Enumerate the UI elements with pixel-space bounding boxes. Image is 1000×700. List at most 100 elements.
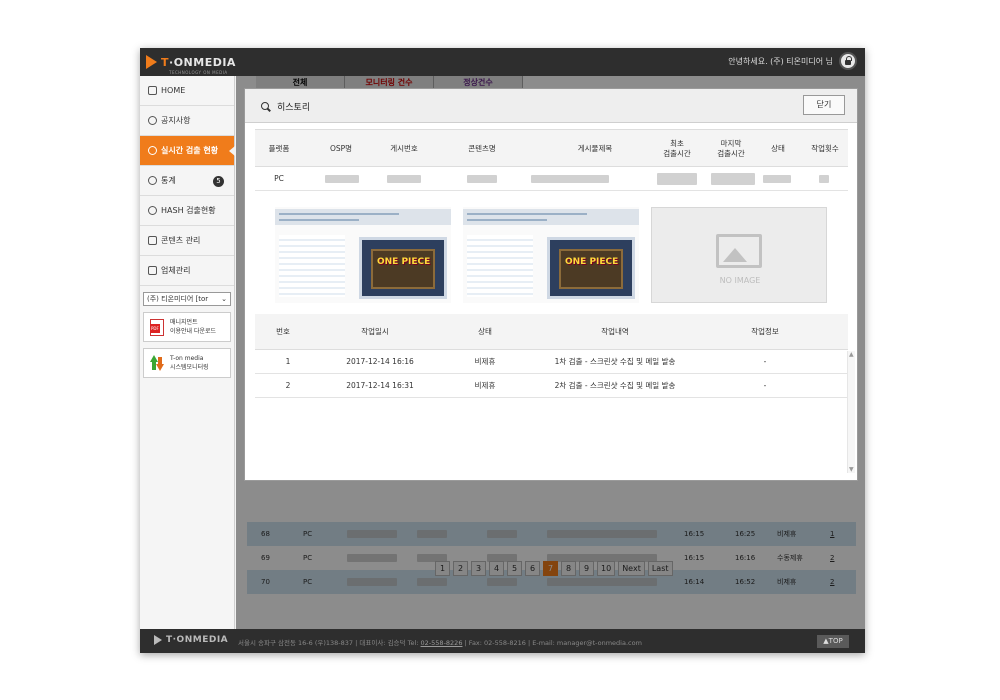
manual-line2: 이용안내 다운로드 <box>170 328 217 335</box>
col-work-detail: 작업내역 <box>601 327 629 336</box>
sidebar-item-home[interactable]: HOME <box>140 76 234 106</box>
sidebar-item-statistics[interactable]: 통계 5 <box>140 166 234 196</box>
edit-icon <box>148 266 157 275</box>
sidebar-item-label: 공지사항 <box>161 116 191 125</box>
col-number: 번호 <box>276 327 290 336</box>
table-row[interactable]: PC <box>255 167 848 191</box>
logout-lock-icon[interactable] <box>839 52 857 70</box>
play-icon <box>148 236 157 245</box>
sidebar-item-label: 통계 <box>161 176 176 185</box>
home-icon <box>148 86 157 95</box>
play-logo-icon <box>146 55 157 69</box>
manual-line1: 매니지먼트 <box>170 319 198 326</box>
footer: T·ONMEDIA 서울시 송파구 삼전동 16-6 (우)138-837 | … <box>140 629 865 653</box>
post-info-table: 플랫폼 OSP명 게시번호 콘텐츠명 게시물제목 최초 검출시간 마지막 검출시… <box>255 129 848 191</box>
sidebar-item-content-management[interactable]: 콘텐츠 관리 <box>140 226 234 256</box>
company-select-value: (주) 티온미디어 [tor <box>147 295 209 303</box>
alert-icon <box>148 146 157 155</box>
cell-platform: PC <box>274 174 284 183</box>
col-work-info: 작업정보 <box>751 327 779 336</box>
modal-header: 히스토리 닫기 <box>245 89 857 123</box>
thumbnail-artwork-icon: ONE PIECE <box>377 257 431 267</box>
footer-brand-prefix: T <box>166 635 173 645</box>
pdf-icon <box>150 318 164 336</box>
sidebar-item-label: 콘텐츠 관리 <box>161 236 201 245</box>
image-placeholder-icon <box>716 234 762 268</box>
cell-work-info: - <box>763 381 767 390</box>
col-post-number: 게시번호 <box>390 144 418 153</box>
user-greeting: 안녕하세요. (주) 티온미디어 님 <box>728 57 833 66</box>
search-icon <box>148 206 157 215</box>
col-datetime: 작업일시 <box>361 327 389 336</box>
manual-download-button[interactable]: 매니지먼트 이용안내 다운로드 <box>143 312 231 342</box>
notification-badge: 5 <box>213 176 224 187</box>
brand-prefix: T <box>161 55 170 69</box>
footer-tel-label: Tel: <box>407 639 419 647</box>
footer-brand-name: ·ONMEDIA <box>172 635 229 645</box>
monitor-line1: T-on media <box>170 355 204 362</box>
screenshot-thumbnail-2[interactable]: ONE PIECE <box>463 207 639 303</box>
col-platform: 플랫폼 <box>268 144 290 153</box>
cell-number: 2 <box>285 381 291 390</box>
play-logo-icon <box>154 635 162 645</box>
sidebar: HOME 공지사항 실시간 검출 현황 통계 5 HASH 검출현황 콘텐츠 관… <box>140 76 235 629</box>
up-down-arrows-icon <box>150 354 164 372</box>
scroll-down-icon[interactable]: ▼ <box>849 466 854 473</box>
col-last-detected: 마지막 검출시간 <box>717 139 745 158</box>
sidebar-item-label: 실시간 검출 현황 <box>161 146 219 155</box>
no-image-placeholder: NO IMAGE <box>651 207 827 303</box>
screenshot-thumbnail-1[interactable]: ONE PIECE <box>275 207 451 303</box>
speech-bubble-icon <box>148 116 157 125</box>
sidebar-item-label: 업체관리 <box>161 266 191 275</box>
footer-email: E-mail: manager@t-onmedia.com <box>532 639 642 647</box>
col-work-count: 작업횟수 <box>811 144 839 153</box>
company-select[interactable]: (주) 티온미디어 [tor ⌄ <box>143 292 231 306</box>
history-modal: 히스토리 닫기 플랫폼 OSP명 게시번호 콘텐츠명 게시물제목 최초 검출시간… <box>244 88 858 481</box>
thumbnail-artwork-icon: ONE PIECE <box>565 257 619 267</box>
modal-title: 히스토리 <box>277 103 311 113</box>
col-status: 상태 <box>478 327 492 336</box>
sidebar-item-company-management[interactable]: 업체관리 <box>140 256 234 286</box>
system-monitoring-button[interactable]: T-on media 시스템모니터링 <box>143 348 231 378</box>
sidebar-item-notice[interactable]: 공지사항 <box>140 106 234 136</box>
footer-ceo: 대표이사: 김승덕 <box>359 639 406 647</box>
table-header: 번호 작업일시 상태 작업내역 작업정보 <box>255 314 848 350</box>
cell-datetime: 2017-12-14 16:16 <box>346 357 414 366</box>
footer-address: 서울시 송파구 삼전동 16-6 (우)138-837 <box>238 639 354 647</box>
col-status: 상태 <box>771 144 785 153</box>
footer-logo: T·ONMEDIA <box>154 635 228 645</box>
sidebar-item-label: HASH 검출현황 <box>161 206 216 215</box>
scroll-up-icon[interactable]: ▲ <box>849 351 854 358</box>
history-scrollbar[interactable]: ▲ ▼ <box>847 351 855 473</box>
close-button[interactable]: 닫기 <box>803 95 845 115</box>
cell-work-info: - <box>763 357 767 366</box>
col-osp: OSP명 <box>329 144 353 153</box>
cell-number: 1 <box>285 357 291 366</box>
col-first-detected: 최초 검출시간 <box>663 139 691 158</box>
pie-chart-icon <box>148 176 157 185</box>
chevron-down-icon: ⌄ <box>221 295 227 303</box>
search-icon <box>261 101 271 112</box>
col-content-name: 콘텐츠명 <box>468 144 496 153</box>
scroll-top-button[interactable]: ▲TOP <box>817 635 849 648</box>
table-header: 플랫폼 OSP명 게시번호 콘텐츠명 게시물제목 최초 검출시간 마지막 검출시… <box>255 129 848 167</box>
table-row[interactable]: 1 2017-12-14 16:16 비제휴 1차 검출 - 스크린샷 수집 및… <box>255 350 848 374</box>
footer-fax: Fax: 02-558-8216 <box>468 639 526 647</box>
footer-company-info: 서울시 송파구 삼전동 16-6 (우)138-837 | 대표이사: 김승덕 … <box>238 639 642 647</box>
no-image-label: NO IMAGE <box>719 276 761 285</box>
cell-status: 비제휴 <box>474 381 496 390</box>
cell-status: 비제휴 <box>474 357 496 366</box>
col-post-title: 게시물제목 <box>577 144 613 153</box>
footer-tel[interactable]: 02-558-8226 <box>421 639 463 647</box>
brand-tagline: TECHNOLOGY ON MEDIA <box>169 70 228 75</box>
sidebar-item-label: HOME <box>161 86 186 95</box>
brand-logo[interactable]: T·ONMEDIA TECHNOLOGY ON MEDIA <box>146 52 236 75</box>
cell-work-detail: 1차 검출 - 스크린샷 수집 및 메일 발송 <box>554 357 676 366</box>
sidebar-item-realtime-detection[interactable]: 실시간 검출 현황 <box>140 136 235 166</box>
sidebar-item-hash-detection[interactable]: HASH 검출현황 <box>140 196 234 226</box>
cell-datetime: 2017-12-14 16:31 <box>346 381 414 390</box>
table-row[interactable]: 2 2017-12-14 16:31 비제휴 2차 검출 - 스크린샷 수집 및… <box>255 374 848 398</box>
top-bar: T·ONMEDIA TECHNOLOGY ON MEDIA 안녕하세요. (주)… <box>140 48 865 76</box>
history-table: 번호 작업일시 상태 작업내역 작업정보 1 2017-12-14 16:16 … <box>255 314 848 398</box>
brand-name: ·ONMEDIA <box>169 55 236 69</box>
